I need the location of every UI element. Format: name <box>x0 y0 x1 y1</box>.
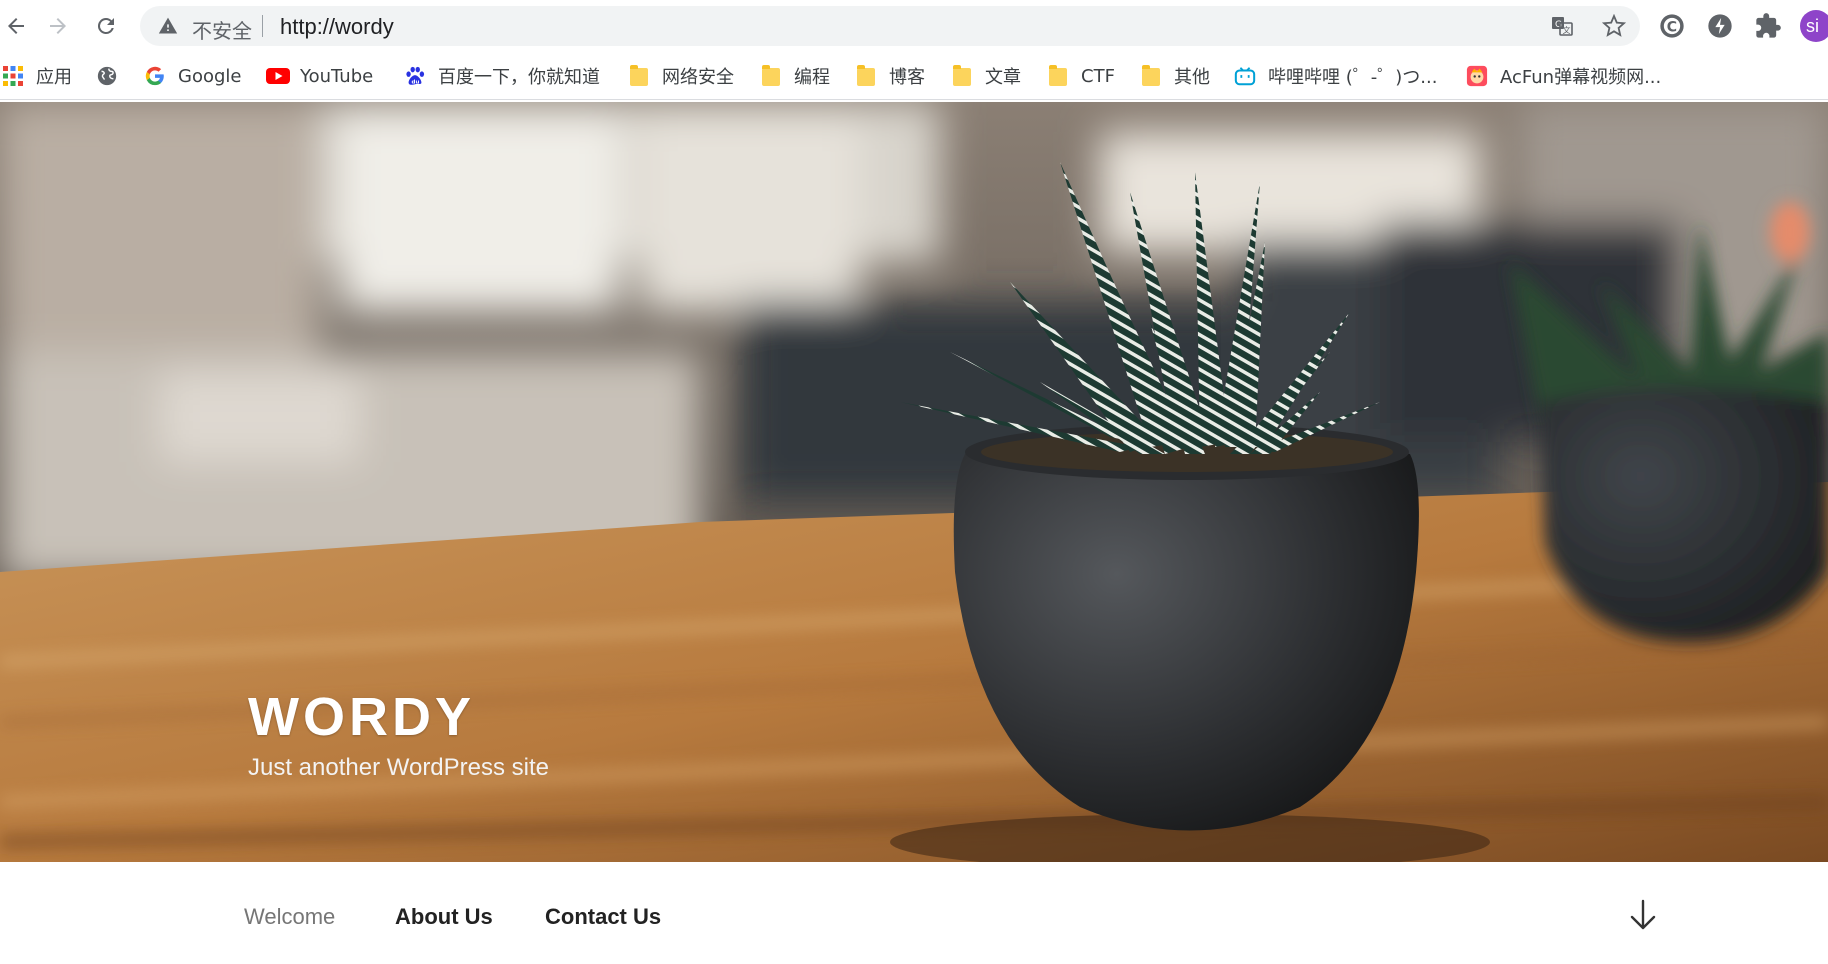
translate-icon[interactable]: G 文 <box>1550 14 1574 38</box>
baidu-icon: du <box>404 65 426 87</box>
reload-icon <box>97 17 114 34</box>
address-bar[interactable]: 不安全 http://wordy G 文 <box>140 6 1640 46</box>
folder-icon <box>760 65 782 87</box>
site-description: Just another WordPress site <box>248 754 550 781</box>
folder-icon <box>1047 65 1069 87</box>
arrow-down-icon[interactable] <box>1628 898 1658 932</box>
bookmark-label: 编程 <box>794 67 830 88</box>
bookmark-globe[interactable] <box>96 62 130 90</box>
bookmark-bilibili[interactable]: 哔哩哔哩 (゜-゜)つ... <box>1234 62 1437 90</box>
nav-item-about-us[interactable]: About Us <box>395 904 493 930</box>
bookmark-label: Google <box>178 65 242 87</box>
bookmark-folder-blog[interactable]: 博客 <box>855 62 925 90</box>
profile-avatar[interactable]: si <box>1800 10 1828 42</box>
bookmark-acfun[interactable]: AcFun弹幕视频网... <box>1466 62 1661 90</box>
arrow-left-icon <box>8 18 24 34</box>
apps-grid-icon <box>2 65 24 87</box>
browser-toolbar: 不安全 http://wordy G 文 C si <box>0 0 1828 52</box>
acfun-icon <box>1466 65 1488 87</box>
site-navigation: Welcome About Us Contact Us <box>0 862 1828 964</box>
forward-button[interactable] <box>42 10 74 42</box>
site-title[interactable]: WORDY <box>248 686 475 748</box>
bookmark-apps[interactable]: 应用 <box>2 62 72 90</box>
svg-text:G: G <box>1555 20 1562 30</box>
bookmark-label: 文章 <box>985 67 1021 88</box>
warning-icon[interactable] <box>158 16 178 36</box>
svg-text:文: 文 <box>1563 25 1571 35</box>
bookmark-folder-ctf[interactable]: CTF <box>1047 62 1115 90</box>
bookmark-label: AcFun弹幕视频网... <box>1500 67 1662 88</box>
bookmark-baidu[interactable]: du 百度一下，你就知道 <box>404 62 600 90</box>
puzzle-extensions-icon[interactable] <box>1754 12 1782 40</box>
bookmark-label: CTF <box>1081 65 1115 87</box>
folder-icon <box>855 65 877 87</box>
bookmark-label: 博客 <box>889 67 925 88</box>
bookmark-label: YouTube <box>300 65 374 87</box>
svg-text:du: du <box>412 79 420 85</box>
globe-icon <box>96 65 118 87</box>
bookmark-youtube[interactable]: YouTube <box>266 62 373 90</box>
youtube-icon <box>266 65 290 87</box>
back-button[interactable] <box>0 10 32 42</box>
bookmarks-bar: 应用 Google YouTube du 百度一下，你就知道 网络安全 编程 博… <box>0 52 1828 100</box>
succulent-plant-photo <box>0 102 1828 862</box>
bookmark-folder-network-security[interactable]: 网络安全 <box>628 62 734 90</box>
star-icon[interactable] <box>1602 14 1626 38</box>
hero-header-image: WORDY Just another WordPress site <box>0 102 1828 862</box>
url-text[interactable]: http://wordy <box>280 14 394 40</box>
bilibili-icon <box>1234 65 1256 87</box>
bookmark-folder-programming[interactable]: 编程 <box>760 62 830 90</box>
google-icon <box>144 65 166 87</box>
omnibox-divider <box>262 15 263 37</box>
nav-item-welcome[interactable]: Welcome <box>244 904 335 930</box>
folder-icon <box>951 65 973 87</box>
security-status-label[interactable]: 不安全 <box>192 15 252 44</box>
svg-text:C: C <box>1667 19 1677 35</box>
bookmark-label: 哔哩哔哩 (゜-゜)つ... <box>1268 67 1438 88</box>
bookmark-label: 网络安全 <box>662 67 734 88</box>
bookmark-label: 百度一下，你就知道 <box>438 67 600 88</box>
lightning-extension-icon[interactable] <box>1706 12 1734 40</box>
bookmark-label: 其他 <box>1174 67 1210 88</box>
folder-icon <box>628 65 650 87</box>
bookmark-folder-articles[interactable]: 文章 <box>951 62 1021 90</box>
bookmark-google[interactable]: Google <box>144 62 241 90</box>
bookmark-folder-other[interactable]: 其他 <box>1140 62 1210 90</box>
reload-button[interactable] <box>90 10 122 42</box>
bookmark-label: 应用 <box>36 67 72 88</box>
nav-item-contact-us[interactable]: Contact Us <box>545 904 661 930</box>
copyright-extension-icon[interactable]: C <box>1658 12 1686 40</box>
folder-icon <box>1140 65 1162 87</box>
arrow-right-icon <box>50 18 66 34</box>
